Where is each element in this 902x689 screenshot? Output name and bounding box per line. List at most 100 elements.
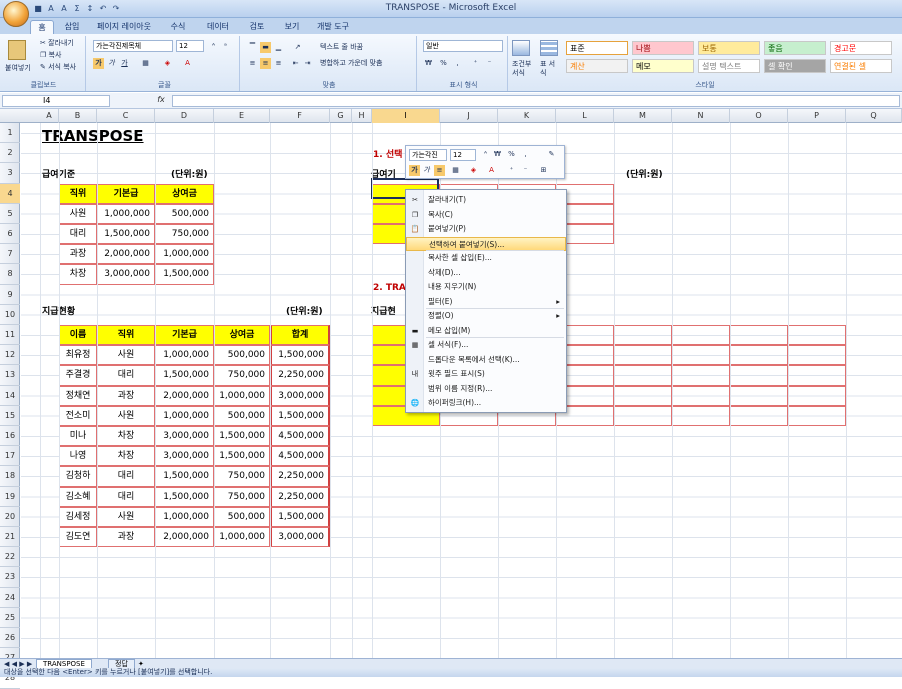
column-header-B[interactable]: B bbox=[59, 109, 97, 123]
target-cell[interactable] bbox=[672, 365, 730, 386]
row-header-25[interactable]: 25 bbox=[0, 608, 20, 628]
mini-center-icon[interactable]: ≡ bbox=[434, 165, 445, 176]
row-header-23[interactable]: 23 bbox=[0, 567, 20, 588]
row-header-15[interactable]: 15 bbox=[0, 406, 20, 426]
target-cell[interactable] bbox=[730, 385, 788, 406]
row-header-20[interactable]: 20 bbox=[0, 507, 20, 527]
target-cell[interactable] bbox=[788, 325, 846, 346]
column-header-N[interactable]: N bbox=[672, 109, 730, 123]
mini-bold-button[interactable]: 가 bbox=[409, 165, 420, 176]
menu-item-6[interactable]: 내용 지우기(N) bbox=[406, 280, 566, 294]
target-cell[interactable] bbox=[672, 405, 730, 426]
row-header-10[interactable]: 10 bbox=[0, 305, 20, 325]
format-as-table-button[interactable]: 표 서식 bbox=[540, 60, 558, 78]
tab-5[interactable]: 검토 bbox=[243, 20, 271, 34]
tab-3[interactable]: 수식 bbox=[163, 20, 193, 34]
align-bottom-icon[interactable]: ▁ bbox=[273, 42, 284, 53]
cell-style-6[interactable]: 메모 bbox=[632, 59, 694, 73]
menu-item-8[interactable]: 정렬(O) ▸ bbox=[406, 309, 566, 323]
mini-borders-icon[interactable]: ▦ bbox=[450, 165, 461, 176]
name-box[interactable]: I4 bbox=[2, 95, 110, 107]
row-header-26[interactable]: 26 bbox=[0, 628, 20, 649]
cell-style-5[interactable]: 계산 bbox=[566, 59, 628, 73]
target-cell[interactable] bbox=[614, 405, 672, 426]
autosum-icon[interactable]: Σ bbox=[72, 3, 82, 14]
row-header-16[interactable]: 16 bbox=[0, 426, 20, 447]
decrease-decimal-icon[interactable]: ⁻ bbox=[484, 58, 495, 69]
font-size-icon[interactable]: A bbox=[59, 3, 69, 14]
mini-comma-icon[interactable]: , bbox=[520, 149, 531, 160]
mini-percent-icon[interactable]: % bbox=[506, 149, 517, 160]
target-cell[interactable] bbox=[614, 365, 672, 386]
column-header-E[interactable]: E bbox=[214, 109, 270, 123]
mini-size-combo[interactable]: 12 bbox=[450, 149, 476, 161]
target-cell[interactable] bbox=[730, 345, 788, 366]
tab-6[interactable]: 보기 bbox=[277, 20, 307, 34]
row-header-22[interactable]: 22 bbox=[0, 547, 20, 568]
format-painter-button[interactable]: ✎ 서식 복사 bbox=[40, 62, 76, 72]
menu-item-10[interactable]: 셀 서식(F)... ▦ bbox=[406, 338, 566, 352]
cell-style-2[interactable]: 보통 bbox=[698, 41, 760, 55]
column-header-J[interactable]: J bbox=[440, 109, 498, 123]
font-color-icon[interactable]: A bbox=[182, 58, 193, 69]
row-header-19[interactable]: 19 bbox=[0, 487, 20, 507]
merge-center-button[interactable]: 병합하고 가운데 맞춤 bbox=[320, 58, 382, 68]
column-header-I[interactable]: I bbox=[372, 109, 440, 123]
target-cell[interactable] bbox=[788, 405, 846, 426]
target-cell[interactable] bbox=[672, 325, 730, 346]
column-header-L[interactable]: L bbox=[556, 109, 614, 123]
column-header-H[interactable]: H bbox=[352, 109, 372, 123]
underline-button[interactable]: 가 bbox=[119, 58, 130, 69]
align-center-icon[interactable]: ≡ bbox=[260, 58, 271, 69]
mini-italic-button[interactable]: 가 bbox=[421, 165, 432, 176]
target-cell[interactable] bbox=[730, 325, 788, 346]
increase-indent-icon[interactable]: ⇥ bbox=[302, 58, 313, 69]
target-cell[interactable] bbox=[730, 405, 788, 426]
orientation-icon[interactable]: ↗ bbox=[292, 42, 303, 53]
fill-color-icon[interactable]: ◈ bbox=[162, 58, 173, 69]
number-format-combo[interactable]: 일반 bbox=[423, 40, 503, 52]
menu-item-13[interactable]: 범위 이름 지정(R)... bbox=[406, 382, 566, 396]
mini-fill-color-icon[interactable]: ◈ bbox=[468, 165, 479, 176]
row-header-13[interactable]: 13 bbox=[0, 365, 20, 386]
column-header-O[interactable]: O bbox=[730, 109, 788, 123]
column-header-M[interactable]: M bbox=[614, 109, 672, 123]
mini-currency-icon[interactable]: ₩ bbox=[492, 149, 503, 160]
row-header-14[interactable]: 14 bbox=[0, 386, 20, 406]
target-cell[interactable] bbox=[730, 365, 788, 386]
borders-icon[interactable]: ▦ bbox=[140, 58, 151, 69]
font-a-icon[interactable]: A bbox=[46, 3, 56, 14]
grow-font-icon[interactable]: ᴬ bbox=[208, 41, 219, 52]
menu-item-5[interactable]: 삭제(D)... bbox=[406, 266, 566, 280]
target-cell[interactable] bbox=[788, 345, 846, 366]
target-cell[interactable] bbox=[614, 325, 672, 346]
menu-item-9[interactable]: 메모 삽입(M) ▬ bbox=[406, 324, 566, 338]
increase-decimal-icon[interactable]: ⁺ bbox=[470, 58, 481, 69]
target-cell[interactable] bbox=[614, 385, 672, 406]
tab-0[interactable]: 홈 bbox=[30, 20, 54, 34]
cell-style-3[interactable]: 좋음 bbox=[764, 41, 826, 55]
row-header-4[interactable]: 4 bbox=[0, 183, 20, 204]
menu-item-11[interactable]: 드롭다운 목록에서 선택(K)... bbox=[406, 353, 566, 367]
mini-font-color-icon[interactable]: A bbox=[486, 165, 497, 176]
menu-item-12[interactable]: 윗주 필드 표시(S) 내 bbox=[406, 367, 566, 381]
column-header-K[interactable]: K bbox=[498, 109, 556, 123]
cell-style-9[interactable]: 연결된 셀 bbox=[830, 59, 892, 73]
column-header-F[interactable]: F bbox=[270, 109, 330, 123]
tab-2[interactable]: 페이지 레이아웃 bbox=[91, 20, 157, 34]
menu-item-14[interactable]: 하이퍼링크(H)... 🌐 bbox=[406, 396, 566, 410]
align-left-icon[interactable]: ≡ bbox=[247, 58, 258, 69]
column-header-A[interactable]: A bbox=[40, 109, 59, 123]
column-header-P[interactable]: P bbox=[788, 109, 846, 123]
column-header-Q[interactable]: Q bbox=[846, 109, 902, 123]
conditional-format-button[interactable]: 조건부 서식 bbox=[512, 60, 534, 78]
row-header-5[interactable]: 5 bbox=[0, 204, 20, 224]
font-name-combo[interactable]: 가는각진제목체 bbox=[93, 40, 173, 52]
tab-7[interactable]: 개발 도구 bbox=[313, 20, 353, 34]
align-right-icon[interactable]: ≡ bbox=[273, 58, 284, 69]
tab-1[interactable]: 삽입 bbox=[58, 20, 86, 34]
wrap-text-button[interactable]: 텍스트 줄 바꿈 bbox=[320, 42, 363, 52]
mini-increase-decimal-icon[interactable]: ⁺ bbox=[506, 165, 517, 176]
row-header-9[interactable]: 9 bbox=[0, 285, 20, 305]
cell-style-1[interactable]: 나쁨 bbox=[632, 41, 694, 55]
